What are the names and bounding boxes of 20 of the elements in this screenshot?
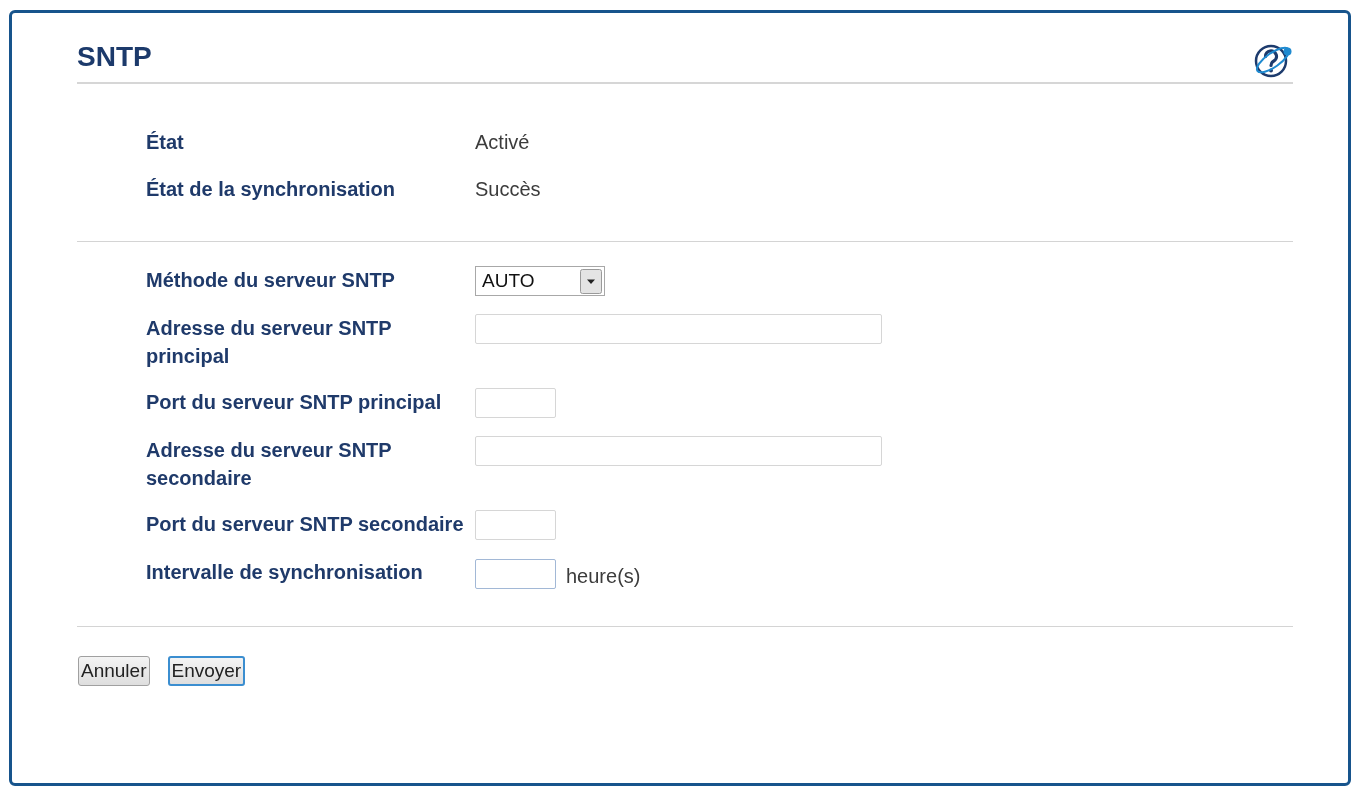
unit-label: heure(s) [566,564,641,589]
field-label: Méthode du serveur SNTP [146,268,396,293]
text-input[interactable] [475,436,882,466]
number-input[interactable] [475,388,556,418]
field-label: Port du serveur SNTP secondaire [146,512,465,537]
status-label: État [146,130,185,155]
action-button[interactable]: Annuler [78,656,150,686]
text-input[interactable] [475,314,882,344]
status-label: État de la synchronisation [146,177,396,202]
dropdown-select[interactable]: AUTO [475,266,605,296]
status-value: Succès [475,177,542,202]
number-input[interactable] [475,559,556,589]
field-label: Intervalle de synchronisation [146,560,424,585]
field-label: Adresse du serveur SNTP principal [146,316,393,369]
status-value: Activé [475,130,531,155]
page-title: SNTP [77,41,152,73]
action-button[interactable]: Envoyer [167,656,246,686]
number-input[interactable] [475,510,556,540]
field-label: Adresse du serveur SNTP secondaire [146,438,393,491]
field-label: Port du serveur SNTP principal [146,390,443,415]
